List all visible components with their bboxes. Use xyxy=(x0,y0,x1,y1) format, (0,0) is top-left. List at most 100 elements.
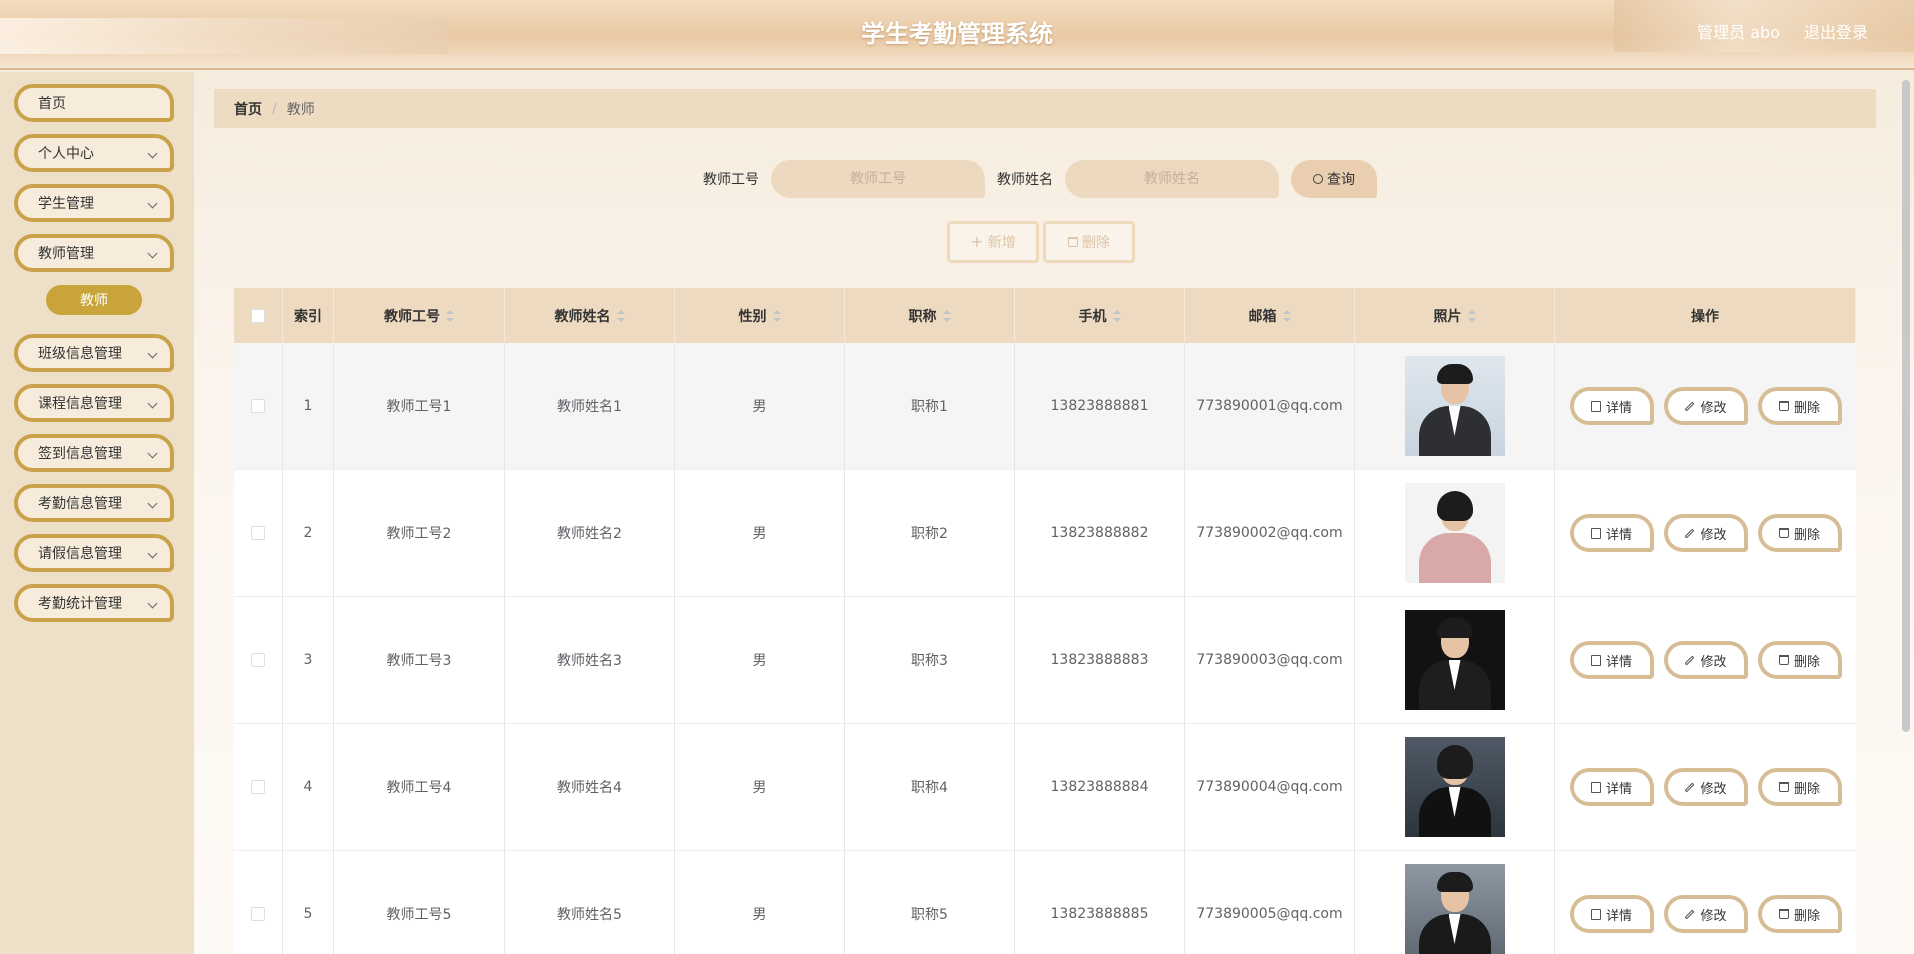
row-checkbox[interactable] xyxy=(251,907,265,921)
chevron-down-icon xyxy=(147,498,158,509)
detail-button[interactable]: 详情 xyxy=(1569,514,1654,552)
teacher-photo[interactable] xyxy=(1404,356,1505,456)
chevron-down-icon xyxy=(147,448,158,459)
header-sex[interactable]: 性别 xyxy=(675,288,845,343)
teacher-name-input[interactable] xyxy=(1065,160,1279,198)
document-icon xyxy=(1590,400,1601,412)
row-select-cell xyxy=(234,851,283,954)
delete-button[interactable]: 删除 xyxy=(1757,895,1842,933)
cell-email: 773890005@qq.com xyxy=(1185,851,1355,954)
sidebar-subitem-teacher[interactable]: 教师 xyxy=(46,285,142,315)
detail-button[interactable]: 详情 xyxy=(1569,895,1654,933)
chevron-down-icon xyxy=(147,248,158,259)
delete-button-label: 删除 xyxy=(1793,527,1820,543)
delete-button[interactable]: 删除 xyxy=(1757,641,1842,679)
header-teacher-name-label: 教师姓名 xyxy=(554,308,611,325)
sidebar-item-leave-info[interactable]: 请假信息管理 xyxy=(14,534,174,572)
header-email[interactable]: 邮箱 xyxy=(1185,288,1355,343)
sidebar-item-label: 课程信息管理 xyxy=(38,396,122,412)
header-title[interactable]: 职称 xyxy=(845,288,1015,343)
header-photo[interactable]: 照片 xyxy=(1355,288,1555,343)
sort-icon[interactable] xyxy=(772,309,781,322)
cell-photo xyxy=(1355,724,1555,850)
sidebar-item-personal-center[interactable]: 个人中心 xyxy=(14,134,174,172)
delete-button[interactable]: 删除 xyxy=(1757,514,1842,552)
sidebar-item-home[interactable]: 首页 xyxy=(14,84,174,122)
cell-sex: 男 xyxy=(675,724,845,850)
row-checkbox[interactable] xyxy=(251,780,265,794)
edit-button[interactable]: 修改 xyxy=(1663,768,1748,806)
header-phone[interactable]: 手机 xyxy=(1015,288,1185,343)
row-checkbox[interactable] xyxy=(251,653,265,667)
edit-button[interactable]: 修改 xyxy=(1663,641,1748,679)
chevron-down-icon xyxy=(147,398,158,409)
delete-button-label: 删除 xyxy=(1793,781,1820,797)
sidebar-item-student-management[interactable]: 学生管理 xyxy=(14,184,174,222)
sort-icon[interactable] xyxy=(1282,309,1291,322)
detail-button[interactable]: 详情 xyxy=(1569,387,1654,425)
delete-button[interactable]: 删除 xyxy=(1757,387,1842,425)
sort-icon[interactable] xyxy=(1467,309,1476,322)
delete-button-label: 删除 xyxy=(1793,400,1820,416)
sort-icon[interactable] xyxy=(1112,309,1121,322)
sidebar-item-class-info[interactable]: 班级信息管理 xyxy=(14,334,174,372)
edit-button[interactable]: 修改 xyxy=(1663,514,1748,552)
breadcrumb-home[interactable]: 首页 xyxy=(234,99,262,119)
edit-button-label: 修改 xyxy=(1700,781,1727,797)
row-select-cell xyxy=(234,597,283,723)
teacher-photo[interactable] xyxy=(1404,610,1505,710)
edit-button[interactable]: 修改 xyxy=(1663,387,1748,425)
pencil-icon xyxy=(1685,782,1695,792)
cell-photo xyxy=(1355,343,1555,469)
row-select-cell xyxy=(234,343,283,469)
cell-email: 773890004@qq.com xyxy=(1185,724,1355,850)
edit-button-label: 修改 xyxy=(1700,400,1727,416)
cell-teacher-name: 教师姓名3 xyxy=(505,597,675,723)
sidebar-item-teacher-management[interactable]: 教师管理 xyxy=(14,234,174,272)
cell-email: 773890001@qq.com xyxy=(1185,343,1355,469)
teacher-photo[interactable] xyxy=(1404,737,1505,837)
detail-button-label: 详情 xyxy=(1605,527,1632,543)
trash-icon xyxy=(1778,909,1789,919)
sidebar-item-signin-info[interactable]: 签到信息管理 xyxy=(14,434,174,472)
sort-icon[interactable] xyxy=(616,309,625,322)
sort-icon[interactable] xyxy=(942,309,951,322)
select-all-checkbox[interactable] xyxy=(251,308,265,323)
row-checkbox[interactable] xyxy=(251,399,265,413)
teacher-photo[interactable] xyxy=(1404,864,1505,954)
header-index-label: 索引 xyxy=(294,308,322,325)
edit-button-label: 修改 xyxy=(1700,908,1727,924)
sort-icon[interactable] xyxy=(446,309,454,322)
logout-link[interactable]: 退出登录 xyxy=(1804,19,1868,43)
teacher-no-input[interactable] xyxy=(771,160,985,198)
table-row: 1 教师工号1 教师姓名1 男 职称1 13823888881 77389000… xyxy=(234,343,1856,470)
cell-teacher-name: 教师姓名5 xyxy=(505,851,675,954)
sidebar-item-course-info[interactable]: 课程信息管理 xyxy=(14,384,174,422)
cell-index: 3 xyxy=(283,597,334,723)
row-select-cell xyxy=(234,724,283,850)
table-row: 3 教师工号3 教师姓名3 男 职称3 13823888883 77389000… xyxy=(234,597,1856,724)
chevron-down-icon xyxy=(147,148,158,159)
table-row: 2 教师工号2 教师姓名2 男 职称2 13823888882 77389000… xyxy=(234,470,1856,597)
add-button[interactable]: + 新增 xyxy=(947,221,1039,263)
header-teacher-no[interactable]: 教师工号 xyxy=(334,288,505,343)
header-operation: 操作 xyxy=(1555,288,1856,343)
batch-delete-button[interactable]: 删除 xyxy=(1043,221,1135,263)
header-index: 索引 xyxy=(283,288,334,343)
vertical-scrollbar[interactable] xyxy=(1902,80,1910,732)
teacher-photo[interactable] xyxy=(1404,483,1505,583)
cell-title: 职称4 xyxy=(845,724,1015,850)
header-teacher-name[interactable]: 教师姓名 xyxy=(505,288,675,343)
edit-button[interactable]: 修改 xyxy=(1663,895,1748,933)
sidebar-item-attendance-stats[interactable]: 考勤统计管理 xyxy=(14,584,174,622)
table-row: 4 教师工号4 教师姓名4 男 职称4 13823888884 77389000… xyxy=(234,724,1856,851)
detail-button[interactable]: 详情 xyxy=(1569,768,1654,806)
edit-button-label: 修改 xyxy=(1700,654,1727,670)
delete-button[interactable]: 删除 xyxy=(1757,768,1842,806)
cell-email: 773890003@qq.com xyxy=(1185,597,1355,723)
query-button[interactable]: 查询 xyxy=(1291,160,1377,198)
row-checkbox[interactable] xyxy=(251,526,265,540)
detail-button[interactable]: 详情 xyxy=(1569,641,1654,679)
pencil-icon xyxy=(1685,528,1695,538)
sidebar-item-attendance-info[interactable]: 考勤信息管理 xyxy=(14,484,174,522)
